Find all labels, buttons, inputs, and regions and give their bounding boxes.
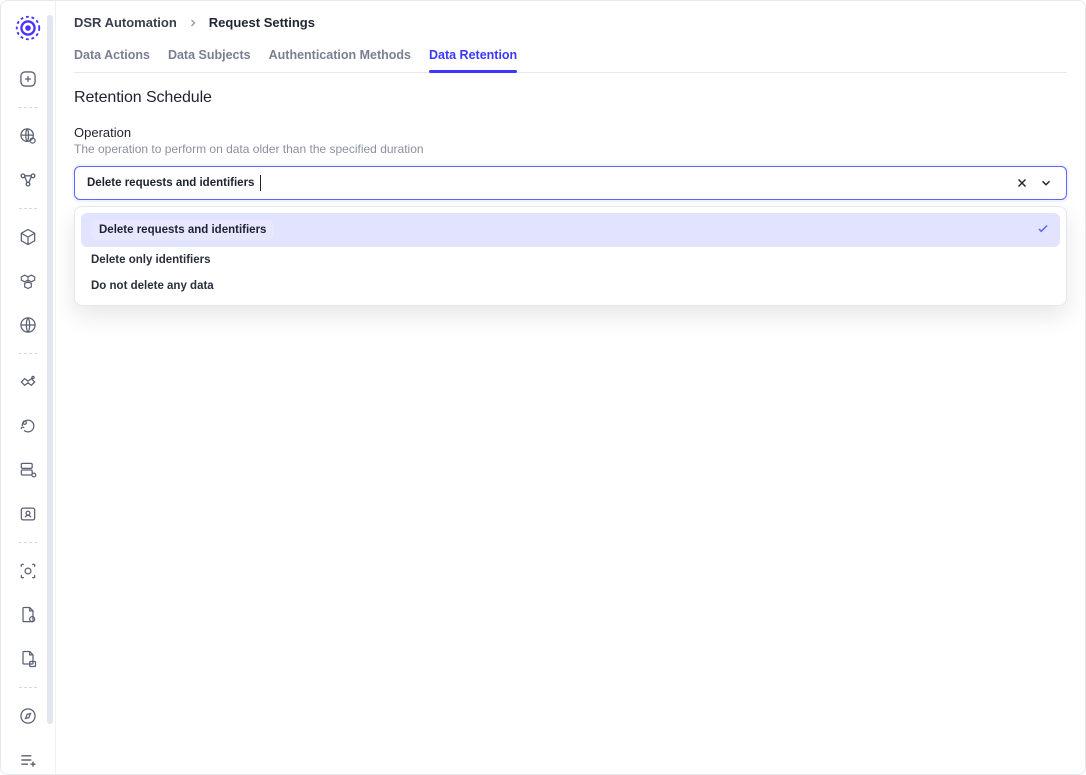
main-content: DSR Automation Request Settings Data Act…	[55, 1, 1085, 774]
clear-icon[interactable]	[1010, 171, 1034, 195]
option-label: Delete only identifiers	[91, 254, 211, 266]
tab-data-retention[interactable]: Data Retention	[429, 44, 517, 72]
nav-compass-icon[interactable]	[14, 702, 42, 730]
field-help: The operation to perform on data older t…	[74, 142, 1067, 156]
operation-dropdown: Delete requests and identifiers Delete o…	[74, 206, 1067, 306]
nav-refresh-icon[interactable]	[14, 412, 42, 440]
operation-value: Delete requests and identifiers	[87, 177, 254, 189]
nav-doc-check-icon[interactable]	[14, 601, 42, 629]
app-root: DSR Automation Request Settings Data Act…	[0, 0, 1086, 775]
nav-cubes-icon[interactable]	[14, 267, 42, 295]
tab-data-subjects[interactable]: Data Subjects	[168, 44, 251, 72]
option-delete-requests-and-identifiers[interactable]: Delete requests and identifiers	[81, 213, 1060, 247]
chevron-right-icon	[187, 17, 199, 29]
tab-data-actions[interactable]: Data Actions	[74, 44, 150, 72]
nav-globe-gear-icon[interactable]	[14, 122, 42, 150]
sidebar-scrollbar[interactable]	[47, 15, 53, 724]
field-operation: Operation The operation to perform on da…	[74, 125, 1067, 200]
text-cursor	[260, 175, 261, 191]
section-title: Retention Schedule	[74, 89, 1067, 107]
option-do-not-delete-any-data[interactable]: Do not delete any data	[81, 273, 1060, 299]
nav-id-card-icon[interactable]	[14, 500, 42, 528]
option-delete-only-identifiers[interactable]: Delete only identifiers	[81, 247, 1060, 273]
tab-authentication-methods[interactable]: Authentication Methods	[269, 44, 411, 72]
option-label: Delete requests and identifiers	[91, 220, 274, 240]
option-label: Do not delete any data	[91, 280, 214, 292]
nav-network-icon[interactable]	[14, 166, 42, 194]
nav-globe-icon[interactable]	[14, 311, 42, 339]
chevron-down-icon[interactable]	[1034, 171, 1058, 195]
nav-server-gear-icon[interactable]	[14, 456, 42, 484]
nav-doc-copy-icon[interactable]	[14, 645, 42, 673]
app-logo[interactable]	[13, 13, 43, 43]
operation-combobox[interactable]: Delete requests and identifiers	[74, 166, 1067, 200]
breadcrumb-current: Request Settings	[209, 15, 315, 30]
nav-scan-icon[interactable]	[14, 557, 42, 585]
nav-plus-icon[interactable]	[14, 65, 42, 93]
sidebar	[1, 1, 55, 774]
breadcrumb: DSR Automation Request Settings	[74, 15, 1067, 30]
check-icon	[1036, 222, 1050, 239]
nav-cube-icon[interactable]	[14, 223, 42, 251]
nav-list-plus-icon[interactable]	[14, 746, 42, 774]
breadcrumb-parent[interactable]: DSR Automation	[74, 15, 177, 30]
nav-handshake-icon[interactable]	[14, 368, 42, 396]
field-label: Operation	[74, 125, 1067, 140]
tabs: Data Actions Data Subjects Authenticatio…	[74, 44, 1067, 73]
